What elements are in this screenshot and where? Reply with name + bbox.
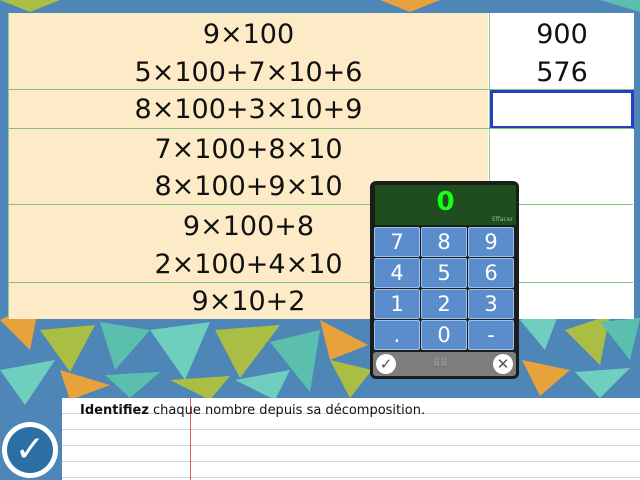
key-0[interactable]: 0 bbox=[421, 320, 467, 350]
key-minus[interactable]: - bbox=[468, 320, 514, 350]
keypad-display: 0 Effacer bbox=[374, 184, 517, 226]
answer-value: 576 bbox=[536, 57, 588, 88]
key-9[interactable]: 9 bbox=[468, 227, 514, 257]
validate-button[interactable]: ✓ bbox=[2, 422, 58, 478]
instruction-rest: chaque nombre depuis sa décomposition. bbox=[148, 403, 426, 418]
drag-handle-icon[interactable]: ⠿⠿ bbox=[433, 358, 448, 370]
check-icon[interactable]: ✓ bbox=[376, 354, 396, 374]
instruction-paper: Identifiez chaque nombre depuis sa décom… bbox=[62, 398, 640, 480]
expression-text: 7×100+8×10 bbox=[154, 134, 343, 165]
key-8[interactable]: 8 bbox=[421, 227, 467, 257]
key-3[interactable]: 3 bbox=[468, 289, 514, 319]
table-row: 9×100 5×100+7×10+6 900 576 bbox=[9, 13, 634, 89]
key-5[interactable]: 5 bbox=[421, 258, 467, 288]
key-decimal[interactable]: . bbox=[374, 320, 420, 350]
table-row: 8×100+3×10+9 bbox=[9, 89, 634, 129]
expression-cell: 8×100+3×10+9 bbox=[9, 90, 488, 129]
expression-text: 5×100+7×10+6 bbox=[134, 57, 363, 88]
key-1[interactable]: 1 bbox=[374, 289, 420, 319]
answer-cell[interactable]: 900 576 bbox=[489, 13, 634, 89]
close-icon[interactable]: ✕ bbox=[493, 354, 513, 374]
table-row: 9×100+8 2×100+4×10 bbox=[9, 204, 634, 283]
key-7[interactable]: 7 bbox=[374, 227, 420, 257]
check-icon: ✓ bbox=[7, 427, 53, 473]
table-row: 9×10+2 bbox=[9, 282, 634, 319]
key-4[interactable]: 4 bbox=[374, 258, 420, 288]
numeric-keypad: 0 Effacer 7 8 9 4 5 6 1 2 3 . 0 - ✓ ⠿⠿ ✕ bbox=[370, 181, 519, 379]
table-row: 7×100+8×10 8×100+9×10 bbox=[9, 128, 634, 205]
instruction-text: Identifiez chaque nombre depuis sa décom… bbox=[80, 403, 425, 418]
keypad-footer: ✓ ⠿⠿ ✕ bbox=[373, 352, 516, 376]
exercise-table: 9×100 5×100+7×10+6 900 576 8×100+3×10+9 … bbox=[8, 13, 634, 319]
expression-text: 9×100 bbox=[202, 19, 295, 50]
keypad-display-value: 0 bbox=[436, 187, 455, 217]
answer-value: 900 bbox=[536, 19, 588, 50]
expression-cell: 9×100 5×100+7×10+6 bbox=[9, 13, 488, 89]
keypad-clear-button[interactable]: Effacer bbox=[492, 216, 513, 223]
instruction-bold: Identifiez bbox=[80, 403, 149, 418]
key-6[interactable]: 6 bbox=[468, 258, 514, 288]
expression-text: 8×100+3×10+9 bbox=[134, 94, 363, 125]
answer-cell-active[interactable] bbox=[489, 90, 634, 129]
key-2[interactable]: 2 bbox=[421, 289, 467, 319]
